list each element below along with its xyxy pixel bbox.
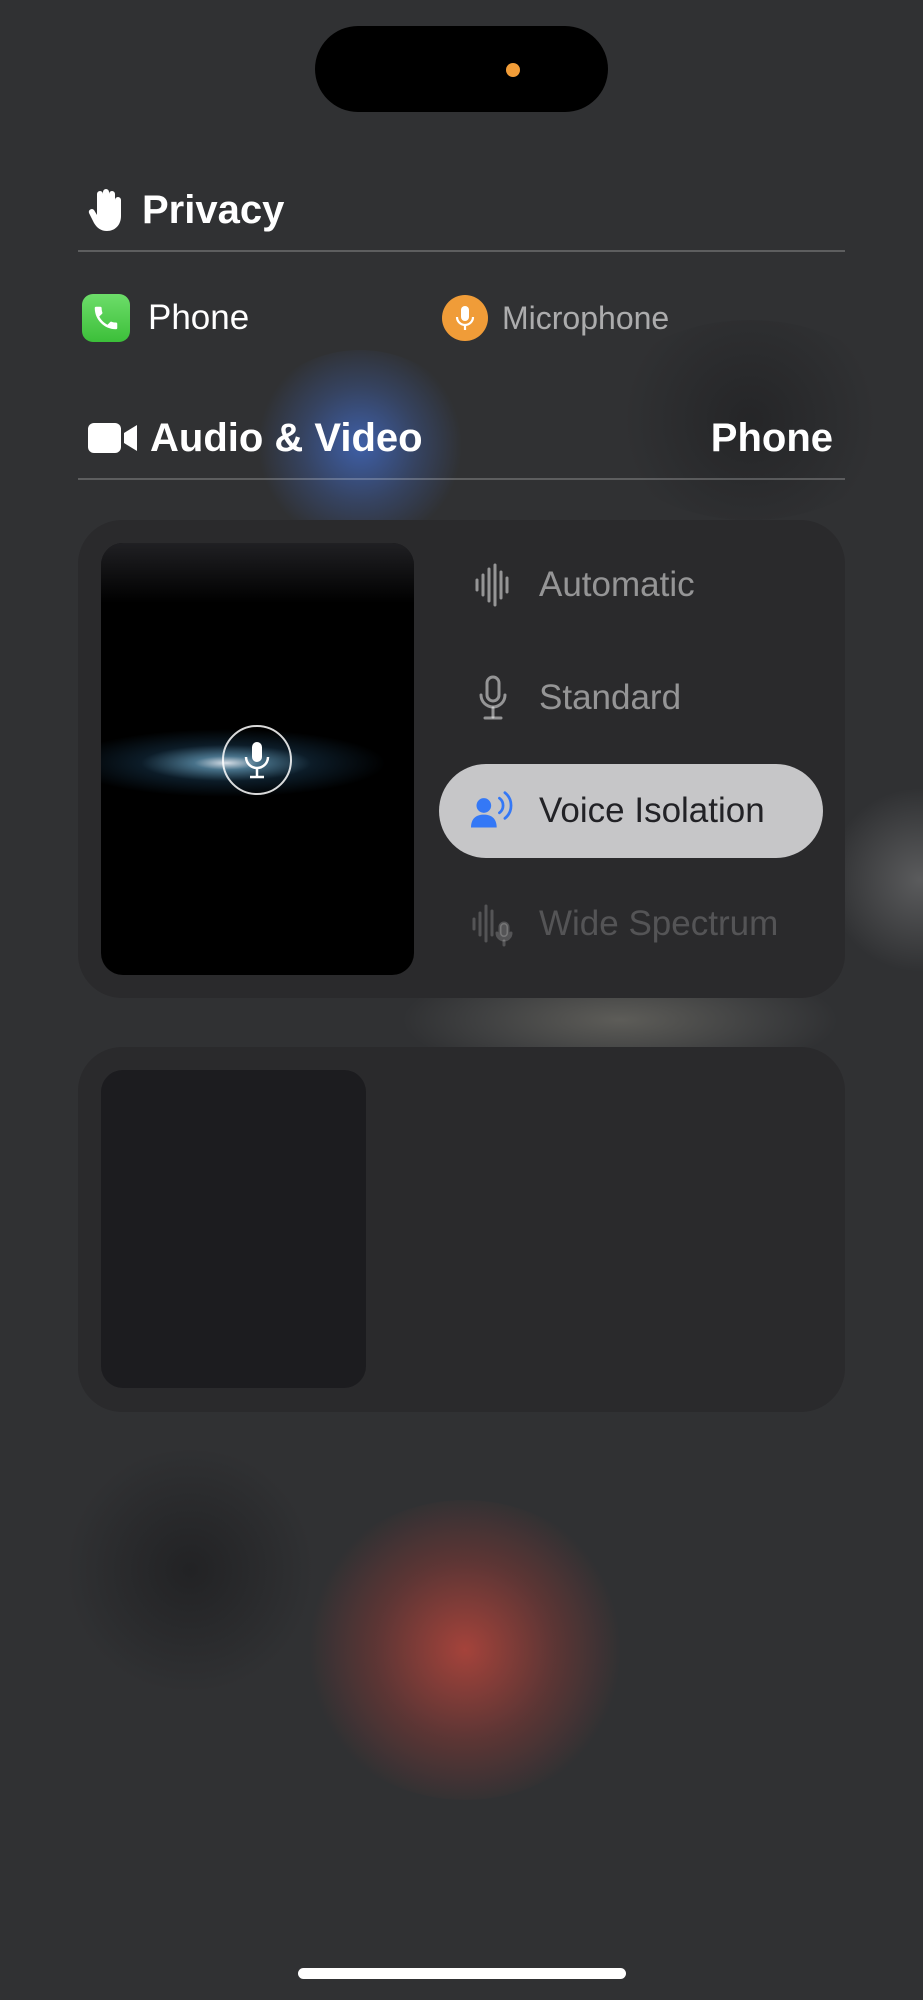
mode-label: Wide Spectrum bbox=[539, 904, 779, 943]
app-name: Phone bbox=[148, 298, 250, 337]
mic-mode-wide-spectrum[interactable]: Wide Spectrum bbox=[439, 877, 823, 971]
phone-icon bbox=[82, 294, 130, 342]
sensor-usage-microphone[interactable]: Microphone bbox=[442, 292, 669, 344]
video-camera-icon bbox=[88, 422, 138, 454]
sensor-name: Microphone bbox=[502, 299, 670, 336]
background-blur bbox=[60, 1450, 320, 1690]
background-blur bbox=[300, 1500, 630, 1800]
mic-mode-voice-isolation[interactable]: Voice Isolation bbox=[439, 764, 823, 858]
current-app-label: Phone bbox=[710, 415, 833, 460]
privacy-title: Privacy bbox=[142, 187, 285, 232]
microphone-icon bbox=[471, 673, 515, 723]
video-effects-card bbox=[78, 1047, 845, 1412]
mic-mode-preview bbox=[101, 543, 414, 975]
video-preview-placeholder bbox=[101, 1070, 366, 1388]
microphone-icon bbox=[442, 295, 488, 341]
microphone-icon bbox=[222, 725, 292, 795]
mic-mode-standard[interactable]: Standard bbox=[439, 651, 823, 745]
dynamic-island bbox=[315, 26, 608, 112]
mic-mode-automatic[interactable]: Automatic bbox=[439, 538, 823, 632]
mode-label: Standard bbox=[539, 678, 682, 717]
mode-label: Voice Isolation bbox=[539, 791, 765, 830]
mic-mode-card: Automatic Standard Voice Isolation Wide … bbox=[78, 520, 845, 998]
mode-label: Automatic bbox=[539, 565, 695, 604]
audio-video-header: Audio & Video Phone bbox=[78, 398, 845, 480]
waveform-icon bbox=[471, 560, 515, 610]
preview-glow bbox=[101, 543, 414, 603]
privacy-header[interactable]: Privacy bbox=[78, 170, 845, 252]
mic-mode-list: Automatic Standard Voice Isolation Wide … bbox=[439, 538, 823, 990]
app-usage-row: Phone Microphone bbox=[82, 292, 842, 344]
person-wave-icon bbox=[471, 786, 515, 836]
hand-raised-icon bbox=[88, 188, 124, 232]
home-indicator[interactable] bbox=[298, 1968, 626, 1979]
privacy-indicator-dot bbox=[506, 63, 520, 77]
audio-video-title: Audio & Video bbox=[150, 415, 423, 460]
waveform-mic-icon bbox=[471, 899, 515, 949]
app-usage-phone[interactable]: Phone bbox=[82, 292, 249, 344]
